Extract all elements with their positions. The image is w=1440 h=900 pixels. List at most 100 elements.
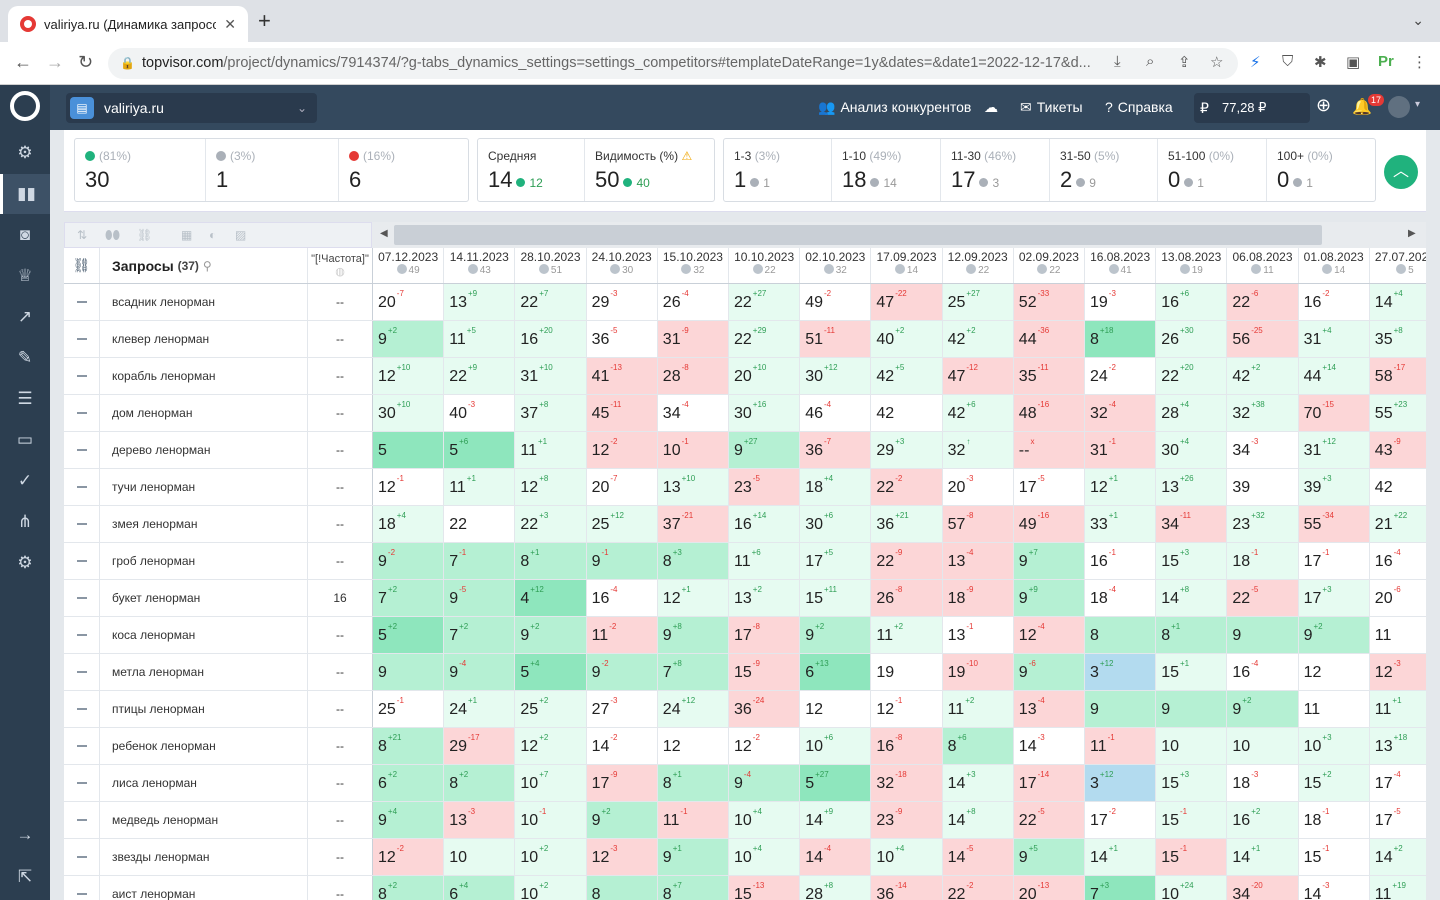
sidebar-external-icon[interactable]: ⇱	[0, 857, 50, 897]
position-cell[interactable]: 16+6	[1156, 284, 1228, 320]
position-cell[interactable]: 11+1	[1369, 691, 1426, 727]
install-icon[interactable]: ⤓	[1114, 53, 1121, 70]
date-column-header[interactable]: 10.10.2023 22	[729, 248, 801, 284]
position-cell[interactable]: 11-1	[657, 802, 729, 838]
position-cell[interactable]: 39	[1227, 469, 1299, 505]
query-text[interactable]: дерево ленорман	[100, 432, 308, 468]
query-text[interactable]: птицы ленорман	[100, 691, 308, 727]
position-cell[interactable]: 12	[800, 691, 872, 727]
position-cell[interactable]: 42	[871, 395, 943, 431]
position-cell[interactable]: 24+12	[657, 691, 729, 727]
sidebar-inbox-icon[interactable]: ▭	[0, 420, 50, 460]
query-text[interactable]: аист ленорман	[100, 876, 308, 900]
query-text[interactable]: ребенок ленорман	[100, 728, 308, 764]
row-toggle[interactable]	[64, 358, 100, 394]
position-cell[interactable]: 16-2	[1298, 284, 1370, 320]
position-cell[interactable]: 55-34	[1298, 506, 1370, 542]
position-cell[interactable]: 20+10	[729, 358, 801, 394]
table-row[interactable]: гроб ленорман -- 9-2 7-1 8+1 9-1 8+3 11+6 17+5 22…	[64, 543, 1426, 580]
position-cell[interactable]: 12+2	[515, 728, 587, 764]
position-cell[interactable]: 25+12	[586, 506, 658, 542]
position-cell[interactable]: 12-2	[586, 432, 658, 468]
position-cell[interactable]: 22+29	[729, 321, 801, 357]
position-cell[interactable]: 48-16	[1013, 395, 1085, 431]
position-cell[interactable]: 9	[1227, 617, 1299, 653]
position-cell[interactable]: 34-20	[1227, 876, 1299, 900]
collapse-stats-button[interactable]: ︿	[1384, 155, 1418, 189]
position-cell[interactable]: 12-2	[729, 728, 801, 764]
position-cell[interactable]: 32↑	[942, 432, 1014, 468]
position-cell[interactable]: 11	[1298, 691, 1370, 727]
position-cell[interactable]: 5+2	[373, 617, 445, 653]
position-cell[interactable]: 8+3	[657, 543, 729, 579]
position-cell[interactable]: 20-13	[1013, 876, 1085, 900]
row-toggle[interactable]	[64, 543, 100, 579]
position-cell[interactable]: 40+2	[871, 321, 943, 357]
row-toggle[interactable]	[64, 728, 100, 764]
position-cell[interactable]: 34-3	[1227, 432, 1299, 468]
position-cell[interactable]: 11+6	[729, 543, 801, 579]
position-cell[interactable]: 10-1	[515, 802, 587, 838]
position-cell[interactable]: 15+3	[1156, 543, 1228, 579]
position-cell[interactable]: 39+3	[1298, 469, 1370, 505]
position-cell[interactable]: 43-9	[1369, 432, 1426, 468]
position-cell[interactable]: 42+2	[942, 321, 1014, 357]
position-cell[interactable]: 9+2	[515, 617, 587, 653]
position-cell[interactable]: 36-5	[586, 321, 658, 357]
position-cell[interactable]: 22-5	[1227, 580, 1299, 616]
position-cell[interactable]: 13-3	[444, 802, 516, 838]
query-text[interactable]: медведь ленорман	[100, 802, 308, 838]
position-cell[interactable]: 9	[373, 654, 445, 690]
stat-same[interactable]: (3%) 1	[206, 139, 338, 201]
position-cell[interactable]: 12-3	[586, 839, 658, 875]
position-cell[interactable]: 31+4	[1298, 321, 1370, 357]
position-cell[interactable]: 9	[1156, 691, 1228, 727]
link-icon[interactable]: ⛓	[137, 228, 152, 242]
position-cell[interactable]: 26-4	[657, 284, 729, 320]
back-icon[interactable]: ←	[14, 52, 32, 73]
position-cell[interactable]: 18-1	[1227, 543, 1299, 579]
position-cell[interactable]: 9-4	[444, 654, 516, 690]
position-cell[interactable]: 11+1	[515, 432, 587, 468]
position-cell[interactable]: 17-2	[1085, 802, 1157, 838]
position-cell[interactable]: 20-7	[373, 284, 445, 320]
position-cell[interactable]: 13+18	[1369, 728, 1426, 764]
position-cell[interactable]: 36-7	[800, 432, 872, 468]
position-cell[interactable]: 14+8	[1156, 580, 1228, 616]
sidepanel-icon[interactable]: ▣	[1346, 53, 1360, 71]
position-cell[interactable]: 12	[1298, 654, 1370, 690]
table-row[interactable]: дерево ленорман -- 5 5+6 11+1 12-2 10-1 9+27 36-…	[64, 432, 1426, 469]
position-cell[interactable]: 10	[1227, 728, 1299, 764]
table-row[interactable]: клевер ленорман -- 9+2 11+5 16+20 36-5 31-9 22+…	[64, 321, 1426, 358]
position-cell[interactable]: 44-36	[1013, 321, 1085, 357]
position-cell[interactable]: 9-2	[373, 543, 445, 579]
position-cell[interactable]: 7-1	[444, 543, 516, 579]
position-cell[interactable]: 8+1	[657, 765, 729, 801]
cloud-icon[interactable]: ☁	[984, 99, 998, 116]
position-cell[interactable]: 18-9	[942, 580, 1014, 616]
balance-widget[interactable]: ₽77,28 ₽	[1194, 93, 1310, 123]
table-row[interactable]: птицы ленорман -- 25-1 24+1 25+2 27-3 24+12 36-…	[64, 691, 1426, 728]
puzzle-extensions-icon[interactable]: ✱	[1314, 53, 1327, 71]
position-cell[interactable]: 28+8	[800, 876, 872, 900]
position-cell[interactable]: 21+22	[1369, 506, 1426, 542]
position-cell[interactable]: 35-11	[1013, 358, 1085, 394]
position-cell[interactable]: 17-4	[1369, 765, 1426, 801]
position-cell[interactable]: 11-1	[1085, 728, 1157, 764]
date-column-header[interactable]: 07.12.2023 49	[373, 248, 445, 284]
position-cell[interactable]: 14+2	[1369, 839, 1426, 875]
range-51-100[interactable]: 51-100 (0%) 0 1	[1158, 139, 1266, 201]
position-cell[interactable]: 16-4	[1369, 543, 1426, 579]
table-row[interactable]: коса ленорман -- 5+2 7+2 9+2 11-2 9+8 17-8 9+2 11…	[64, 617, 1426, 654]
position-cell[interactable]: 25+27	[942, 284, 1014, 320]
browser-tab[interactable]: valiriya.ru (Динамика запросо ✕	[8, 6, 248, 42]
query-text[interactable]: дом ленорман	[100, 395, 308, 431]
position-cell[interactable]: 18-4	[1085, 580, 1157, 616]
sidebar-audit-icon[interactable]: ✓	[0, 461, 50, 501]
date-column-header[interactable]: 13.08.2023 19	[1156, 248, 1228, 284]
position-cell[interactable]: 13-1	[942, 617, 1014, 653]
query-text[interactable]: клевер ленорман	[100, 321, 308, 357]
address-bar[interactable]: 🔒 topvisor.com/project/dynamics/7914374/…	[108, 48, 1238, 79]
position-cell[interactable]: 8+6	[942, 728, 1014, 764]
range-100+[interactable]: 100+ (0%) 0 1	[1267, 139, 1375, 201]
